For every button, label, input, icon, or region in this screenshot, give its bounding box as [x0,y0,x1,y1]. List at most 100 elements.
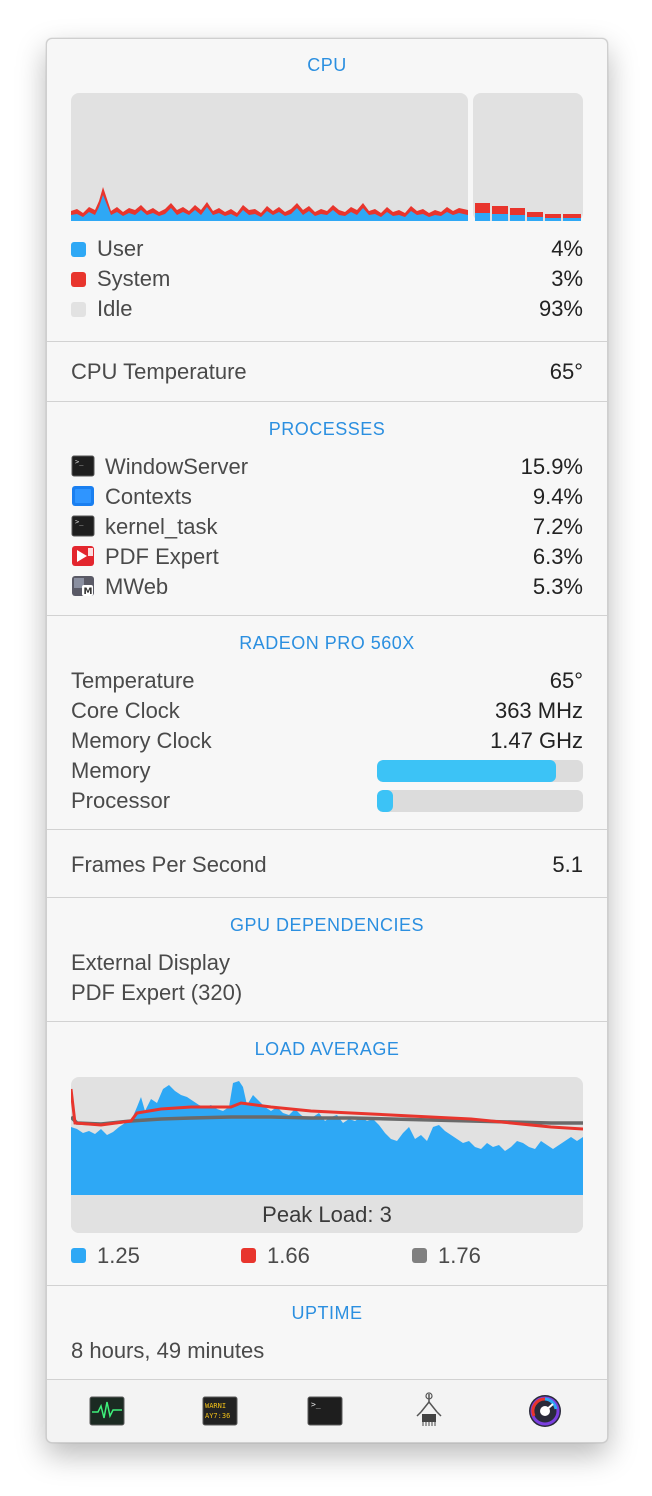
divider [47,829,607,830]
core-bar-user [545,218,561,221]
cpu-core-background [473,93,583,221]
fps-label: Frames Per Second [71,852,267,877]
gpu-dependency-item: PDF Expert (320) [71,978,583,1008]
load-legend-1min: 1.25 [71,1243,140,1269]
core-bar-user [527,217,543,221]
cpu-idle-row: Idle 93% [71,294,583,324]
process-value: 5.3% [532,574,583,599]
cpu-system-row: System 3% [71,264,583,294]
divider [47,897,607,898]
gpu-memory-bar [377,760,583,782]
console-icon[interactable]: WARNI AY7:36 [202,1396,238,1426]
load-5min-swatch [241,1248,256,1263]
system-information-icon[interactable] [413,1392,445,1428]
fps-value: 5.1 [552,852,583,877]
divider [47,615,607,616]
gpu-dependency-label: PDF Expert (320) [71,980,243,1005]
gpu-temperature-value: 65° [549,668,583,693]
uptime-title: UPTIME [291,1303,363,1323]
gpu-core-clock-label: Core Clock [71,698,180,723]
pdf-expert-icon [72,546,94,566]
gpu-section-title: RADEON PRO 560X [239,633,415,653]
process-row[interactable]: >_ WindowServer 15.9% [71,452,583,482]
gpu-temperature-row: Temperature 65° [71,666,583,696]
bottom-toolbar: WARNI AY7:36 >_ [47,1380,607,1442]
cpu-user-label: User [97,236,144,261]
cpu-idle-label: Idle [97,296,133,321]
divider [47,341,607,342]
gpu-memory-row: Memory [71,756,583,786]
svg-text:>_: >_ [75,518,84,526]
load-1min-swatch [71,1248,86,1263]
gpu-memory-clock-label: Memory Clock [71,728,212,753]
gpu-processor-label: Processor [71,788,171,813]
mweb-icon: M [72,576,94,597]
load-legend-15min: 1.76 [412,1243,481,1269]
cpu-system-label: System [97,266,171,291]
cpu-temperature-row: CPU Temperature 65° [71,357,583,387]
svg-text:M: M [84,587,93,597]
cpu-history-background [71,93,468,221]
uptime-row: 8 hours, 49 minutes [71,1336,583,1366]
gpu-processor-bar [377,790,583,812]
gpu-processor-bar-fill [377,790,394,812]
activity-monitor-icon[interactable] [89,1396,125,1426]
gpu-memory-label: Memory [71,758,151,783]
process-value: 15.9% [520,454,583,479]
process-row[interactable]: >_ kernel_task 7.2% [71,512,583,542]
process-value: 7.2% [532,514,583,539]
load-legend-5min: 1.66 [241,1243,310,1269]
core-bar-user [563,218,581,221]
gpu-memory-clock-value: 1.47 GHz [490,728,583,753]
processes-section-title: PROCESSES [268,419,386,439]
core-bar-user [492,214,508,221]
process-name: WindowServer [105,454,249,479]
cpu-idle-value: 93% [538,296,583,321]
process-name: Contexts [105,484,192,509]
load-1min-value: 1.25 [97,1243,140,1268]
terminal-icon: >_ [71,455,95,477]
svg-text:>_: >_ [75,458,84,466]
cpu-temperature-label: CPU Temperature [71,359,247,384]
process-name: MWeb [105,574,169,599]
terminal-icon: >_ [71,515,95,537]
gpu-processor-row: Processor [71,786,583,816]
idle-color-swatch [71,302,86,317]
contexts-app-icon [72,486,94,506]
process-name: kernel_task [105,514,218,539]
process-row[interactable]: Contexts 9.4% [71,482,583,512]
load-5min-value: 1.66 [267,1243,310,1268]
istat-menus-icon[interactable] [528,1394,562,1428]
gpu-core-clock-row: Core Clock 363 MHz [71,696,583,726]
divider [47,401,607,402]
process-value: 9.4% [532,484,583,509]
istat-dropdown-panel: CPU User 4% System 3% Idle 93% CPU Tempe… [46,38,608,1443]
uptime-value: 8 hours, 49 minutes [71,1338,265,1363]
cpu-system-value: 3% [551,266,583,291]
cpu-section-title: CPU [307,55,347,75]
process-name: PDF Expert [105,544,219,569]
process-row[interactable]: PDF Expert 6.3% [71,542,583,572]
gpu-temperature-label: Temperature [71,668,195,693]
gpu-core-clock-value: 363 MHz [494,698,583,723]
load-15min-swatch [412,1248,427,1263]
fps-row: Frames Per Second 5.1 [71,850,583,880]
process-row[interactable]: M MWeb 5.3% [71,572,583,602]
cpu-user-value: 4% [551,236,583,261]
gpu-memory-bar-fill [377,760,557,782]
terminal-icon[interactable]: >_ [307,1396,343,1426]
gpu-memory-clock-row: Memory Clock 1.47 GHz [71,726,583,756]
svg-text:WARNI: WARNI [205,1402,226,1410]
cpu-user-row: User 4% [71,234,583,264]
cpu-history-graph [71,93,583,221]
load-average-title: LOAD AVERAGE [254,1039,400,1059]
process-value: 6.3% [532,544,583,569]
peak-load-label: Peak Load: 3 [262,1202,392,1227]
divider [47,1021,607,1022]
user-color-swatch [71,242,86,257]
cpu-temperature-value: 65° [549,359,583,384]
gpu-dependencies-title: GPU DEPENDENCIES [229,915,425,935]
svg-text:AY7:36: AY7:36 [205,1412,230,1420]
gpu-dependency-label: External Display [71,950,230,975]
load-15min-value: 1.76 [438,1243,481,1268]
